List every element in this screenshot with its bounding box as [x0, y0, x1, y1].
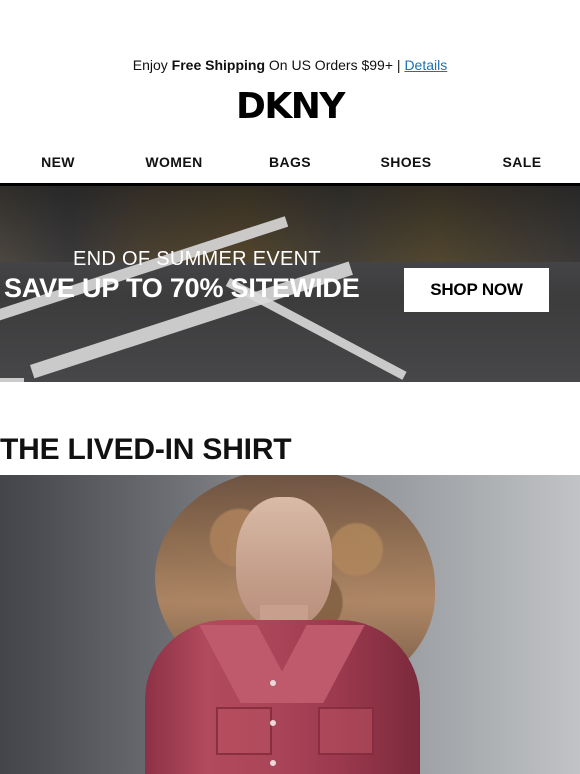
- promo-kicker: END OF SUMMER EVENT: [73, 248, 321, 270]
- shipping-bar: Enjoy Free Shipping On US Orders $99+ | …: [0, 55, 580, 75]
- nav-item-shoes[interactable]: SHOES: [348, 154, 464, 170]
- promo-banner[interactable]: END OF SUMMER EVENT SAVE UP TO 70% SITEW…: [0, 183, 580, 382]
- model-shirt-image[interactable]: [0, 475, 580, 774]
- shipping-suffix: On US Orders $99+ |: [265, 57, 405, 73]
- shirt-button: [270, 760, 276, 766]
- shop-now-button[interactable]: SHOP NOW: [404, 268, 549, 312]
- brand-logo[interactable]: DKNY: [0, 87, 580, 127]
- shirt-pocket-left: [216, 707, 272, 755]
- nav-item-new[interactable]: NEW: [0, 154, 116, 170]
- shirt-button: [270, 720, 276, 726]
- free-shipping-text: Free Shipping: [171, 57, 266, 73]
- crosswalk-stripe: [0, 378, 24, 382]
- shirt-button: [270, 680, 276, 686]
- primary-navigation: NEW WOMEN BAGS SHOES SALE: [0, 148, 580, 176]
- nav-item-sale[interactable]: SALE: [464, 154, 580, 170]
- nav-item-bags[interactable]: BAGS: [232, 154, 348, 170]
- shipping-details-link[interactable]: Details: [404, 57, 447, 73]
- section-title: THE LIVED-IN SHIRT: [0, 432, 292, 466]
- nav-item-women[interactable]: WOMEN: [116, 154, 232, 170]
- shirt-pocket-right: [318, 707, 374, 755]
- promo-headline: SAVE UP TO 70% SITEWIDE: [4, 273, 360, 303]
- shipping-prefix: Enjoy: [132, 57, 172, 73]
